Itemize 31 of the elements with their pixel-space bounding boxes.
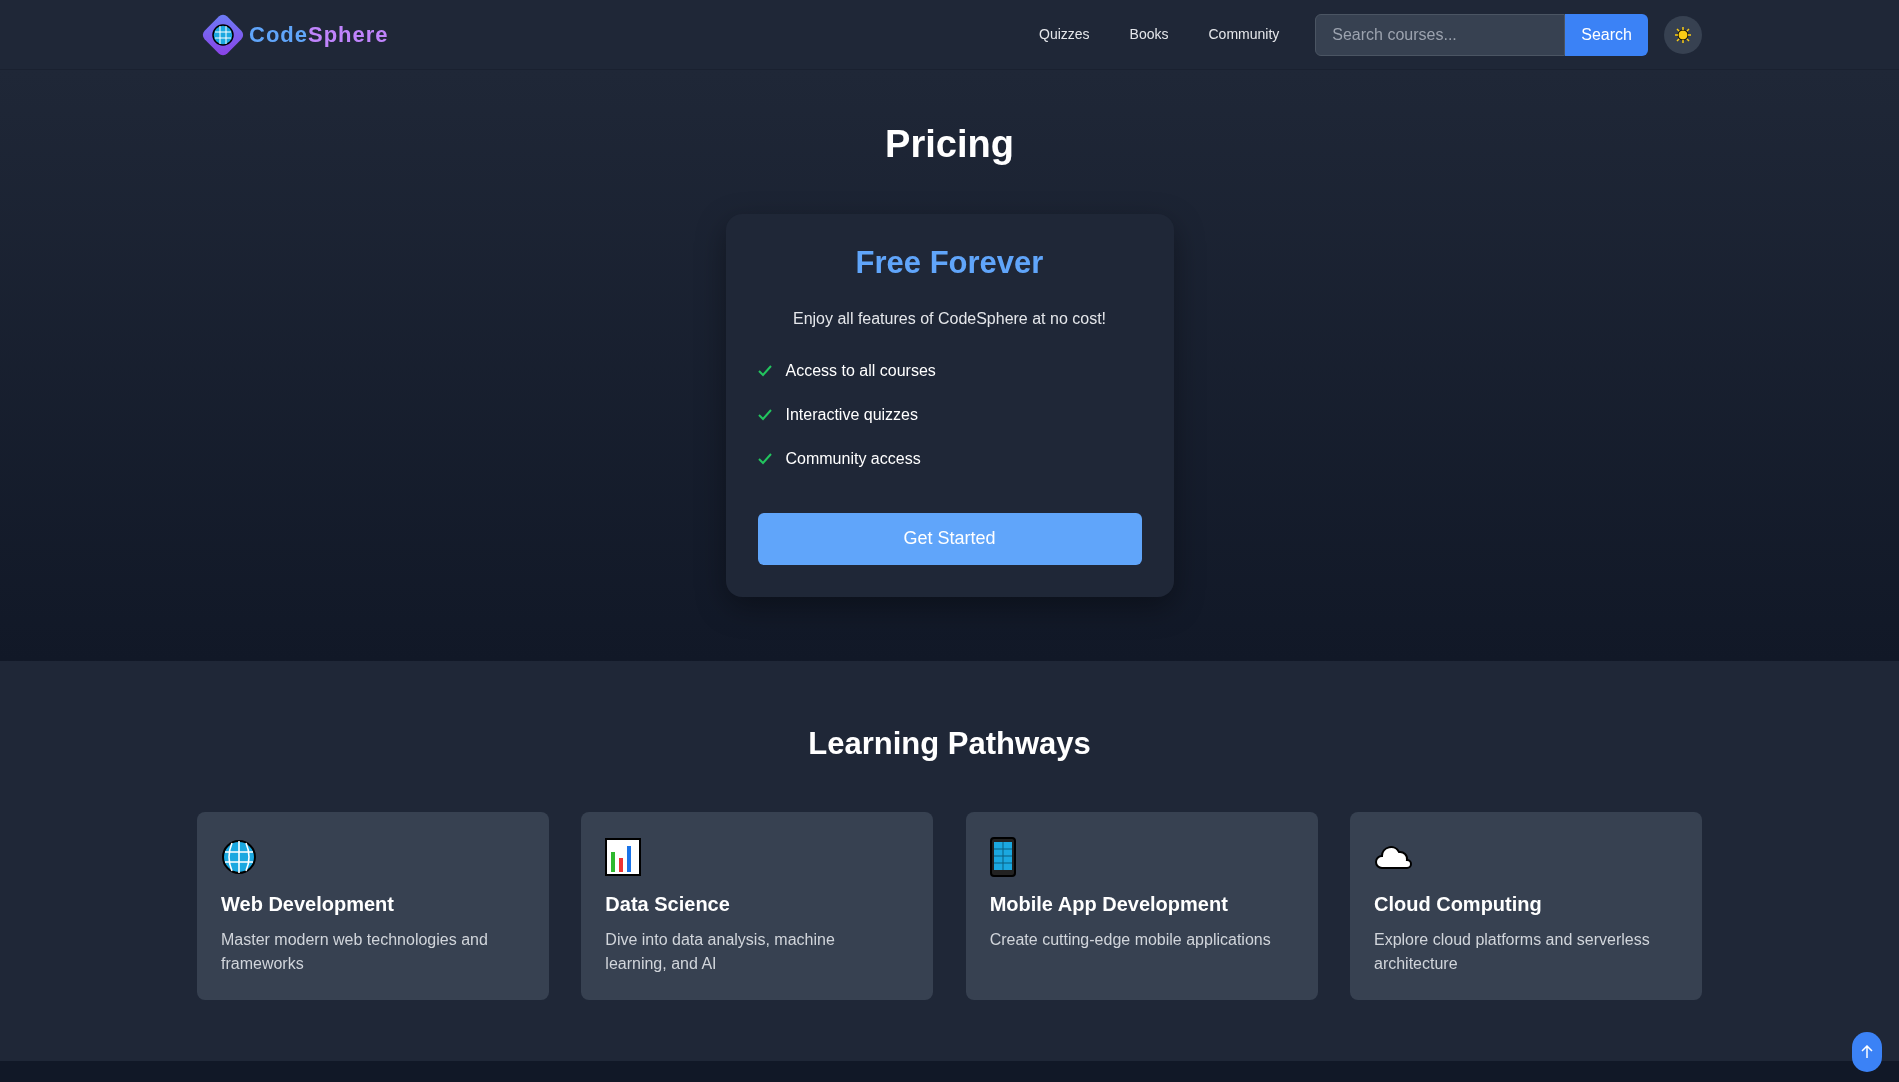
nav-link[interactable]: Books bbox=[1109, 24, 1189, 45]
nav-link[interactable]: Community bbox=[1188, 24, 1300, 45]
pathway-description: Create cutting-edge mobile applications bbox=[989, 930, 1272, 951]
globe-icon bbox=[221, 839, 257, 876]
sun-icon bbox=[1674, 25, 1692, 44]
feature-text: Community access bbox=[785, 448, 921, 469]
search-field[interactable]: Search courses... bbox=[1315, 13, 1566, 56]
plan-name: Free Forever bbox=[854, 243, 1045, 281]
search-button[interactable]: Search bbox=[1565, 13, 1648, 56]
pathway-title: Mobile App Development bbox=[989, 892, 1229, 917]
pathway-title: Cloud Computing bbox=[1374, 892, 1543, 917]
pathway-title: Data Science bbox=[605, 892, 731, 917]
check-icon bbox=[757, 364, 772, 377]
plan-description: Enjoy all features of CodeSphere at no cost! bbox=[791, 308, 1108, 329]
pathway-description: Explore cloud platforms and serverless architecture bbox=[1374, 930, 1651, 975]
feature-text: Interactive quizzes bbox=[785, 404, 918, 425]
check-icon bbox=[757, 408, 772, 421]
mobile-phone-icon bbox=[989, 837, 1016, 878]
nav-link[interactable]: Quizzes bbox=[1019, 24, 1110, 45]
theme-toggle-button[interactable] bbox=[1664, 15, 1702, 54]
bar-chart-icon bbox=[605, 838, 642, 877]
section-title: Pricing bbox=[884, 122, 1015, 167]
check-icon bbox=[757, 452, 772, 465]
arrow-up-icon bbox=[1861, 1045, 1873, 1059]
pathway-description: Dive into data analysis, machine learning, and AI bbox=[605, 930, 836, 975]
brand-name[interactable]: CodeSphere bbox=[249, 18, 389, 51]
pathway-title: Web Development bbox=[221, 892, 395, 917]
feature-text: Access to all courses bbox=[785, 360, 936, 381]
section-title: Learning Pathways bbox=[807, 725, 1092, 763]
cloud-icon bbox=[1374, 844, 1414, 871]
pathway-description: Master modern web technologies and frameworks bbox=[221, 930, 489, 975]
